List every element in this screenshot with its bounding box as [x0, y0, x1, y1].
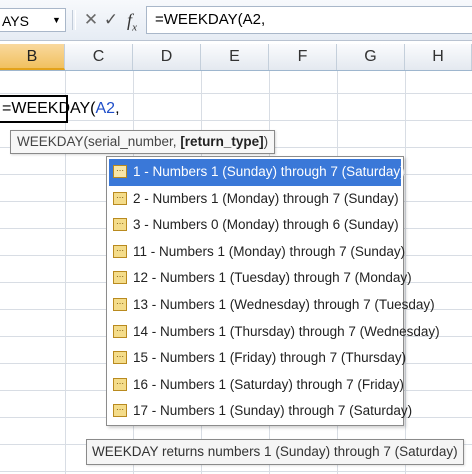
cell-formula-suffix: ,	[115, 100, 120, 117]
option-label: 3 - Numbers 0 (Monday) through 6 (Sunday…	[133, 217, 399, 233]
enum-value-icon: ⋯	[113, 271, 127, 285]
fx-sub: x	[132, 21, 137, 34]
option-label: 15 - Numbers 1 (Friday) through 7 (Thurs…	[133, 350, 407, 366]
option-label: 14 - Numbers 1 (Thursday) through 7 (Wed…	[133, 323, 440, 339]
enum-value-icon: ⋯	[113, 351, 127, 365]
formula-input[interactable]: =WEEKDAY(A2,	[146, 6, 472, 34]
name-box-dropdown-icon[interactable]: ▼	[52, 15, 61, 25]
enum-value-icon: ⋯	[113, 218, 127, 232]
dropdown-option[interactable]: ⋯ 12 - Numbers 1 (Tuesday) through 7 (Mon…	[109, 265, 412, 292]
column-header-b[interactable]: B	[0, 44, 65, 70]
formula-buttons: ✕ ✓ fx	[76, 8, 142, 34]
enum-value-icon: ⋯	[113, 377, 127, 391]
column-header-c[interactable]: C	[65, 44, 133, 70]
tooltip-current-arg[interactable]: [return_type]	[180, 134, 263, 149]
option-label: 16 - Numbers 1 (Saturday) through 7 (Fri…	[133, 376, 404, 392]
enum-value-icon: ⋯	[113, 191, 127, 205]
option-label: 17 - Numbers 1 (Sunday) through 7 (Satur…	[133, 403, 413, 419]
cell-reference: A2	[95, 100, 116, 117]
column-header-g[interactable]: G	[337, 44, 405, 70]
cell-formula-prefix: =WEEKDAY(	[2, 100, 96, 117]
function-signature-tooltip[interactable]: WEEKDAY(serial_number, [return_type])	[10, 130, 276, 154]
formula-bar: AYS ▼ ✕ ✓ fx =WEEKDAY(A2,	[0, 0, 472, 41]
option-label: 13 - Numbers 1 (Wednesday) through 7 (Tu…	[133, 296, 435, 312]
dropdown-option[interactable]: ⋯ 14 - Numbers 1 (Thursday) through 7 (We…	[109, 319, 440, 346]
option-label: 1 - Numbers 1 (Sunday) through 7 (Saturd…	[133, 164, 405, 179]
enum-value-icon: ⋯	[113, 297, 127, 311]
column-header-d[interactable]: D	[133, 44, 201, 70]
cancel-icon[interactable]: ✕	[82, 8, 100, 32]
enum-value-icon: ⋯	[113, 165, 127, 178]
dropdown-option[interactable]: ⋯ 1 - Numbers 1 (Sunday) through 7 (Satur…	[109, 159, 405, 186]
enum-value-icon: ⋯	[113, 324, 127, 338]
enter-check-icon[interactable]: ✓	[102, 8, 120, 32]
insert-function-icon[interactable]: fx	[122, 8, 142, 34]
return-type-dropdown[interactable]: ⋯ 1 - Numbers 1 (Sunday) through 7 (Satur…	[106, 156, 440, 426]
column-headers: B C D E F G H	[0, 44, 472, 71]
dropdown-option[interactable]: ⋯ 16 - Numbers 1 (Saturday) through 7 (Fr…	[109, 372, 404, 399]
dropdown-option[interactable]: ⋯ 2 - Numbers 1 (Monday) through 7 (Sunda…	[109, 186, 401, 213]
dropdown-option[interactable]: ⋯ 17 - Numbers 1 (Sunday) through 7 (Satu…	[109, 398, 412, 425]
column-header-h[interactable]: H	[405, 44, 472, 70]
dropdown-option[interactable]: ⋯ 15 - Numbers 1 (Friday) through 7 (Thur…	[109, 345, 406, 372]
dropdown-option[interactable]: ⋯ 11 - Numbers 1 (Monday) through 7 (Sund…	[109, 239, 405, 266]
column-header-e[interactable]: E	[201, 44, 269, 70]
name-box-value: AYS	[2, 13, 29, 29]
option-label: 12 - Numbers 1 (Tuesday) through 7 (Mond…	[133, 270, 412, 286]
option-label: 11 - Numbers 1 (Monday) through 7 (Sunda…	[133, 243, 406, 259]
active-cell-editor[interactable]: =WEEKDAY(A2,	[0, 95, 120, 123]
enum-value-icon: ⋯	[113, 244, 127, 258]
column-header-f[interactable]: F	[269, 44, 337, 70]
enum-value-icon: ⋯	[113, 404, 127, 418]
tooltip-function: WEEKDAY(serial_number,	[17, 134, 181, 149]
option-label: 2 - Numbers 1 (Monday) through 7 (Sunday…	[133, 190, 399, 206]
dropdown-option[interactable]: ⋯ 13 - Numbers 1 (Wednesday) through 7 (T…	[109, 292, 435, 319]
dropdown-option[interactable]: ⋯ 3 - Numbers 0 (Monday) through 6 (Sunda…	[109, 212, 401, 239]
tooltip-close: )	[263, 134, 269, 149]
option-description-hint: WEEKDAY returns numbers 1 (Sunday) throu…	[86, 439, 464, 465]
